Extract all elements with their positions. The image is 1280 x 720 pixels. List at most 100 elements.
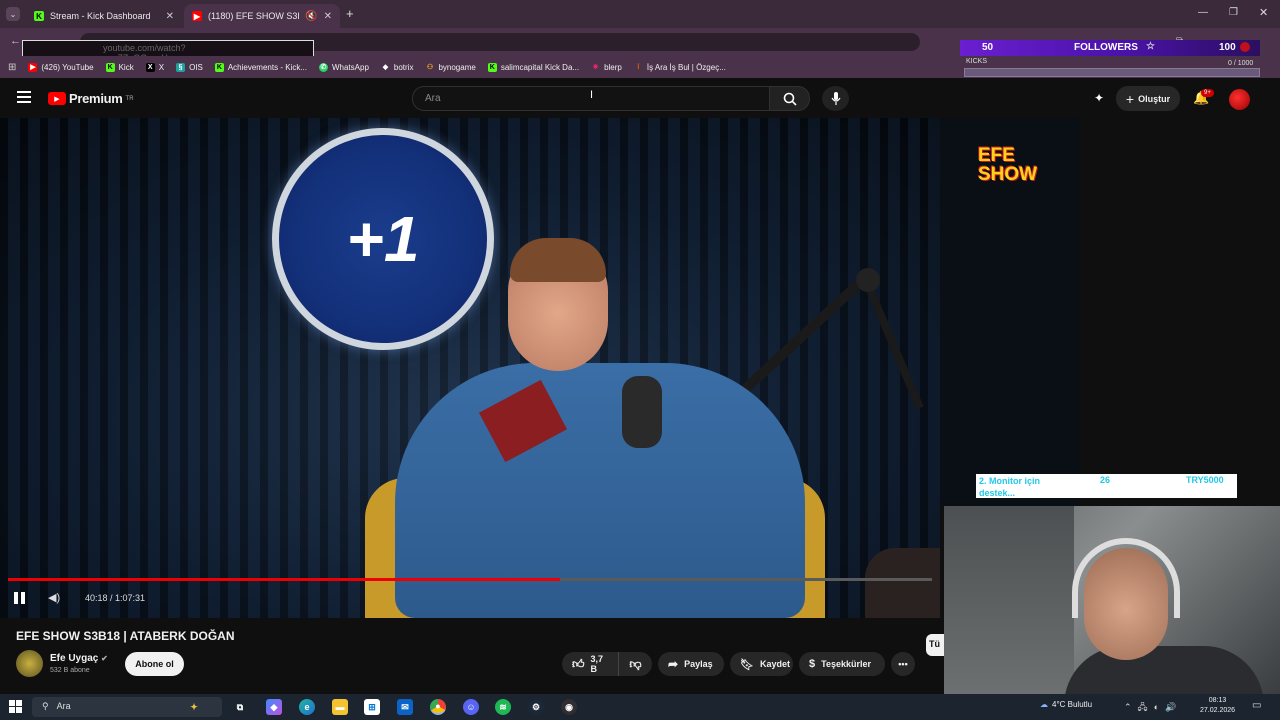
mute-icon[interactable]: 🔇 (305, 11, 317, 22)
search-icon (783, 92, 797, 106)
chrome-icon[interactable]: ● (430, 699, 446, 715)
plus-one-badge: +1 (272, 128, 494, 350)
donation-amount: TRY5000 (1186, 475, 1224, 485)
bookmark-is-ara[interactable]: ǐ İş Ara İş Bul | Özgeç... (634, 63, 725, 72)
kicks-progress-bar (964, 68, 1260, 77)
tab-kick-dashboard[interactable]: K Stream - Kick Dashboard ✕ (26, 4, 182, 28)
filter-chip[interactable]: Tü (926, 634, 944, 656)
followers-label: FOLLOWERS (1074, 42, 1138, 53)
followers-goal: 100 (1219, 42, 1236, 53)
host-hair (510, 238, 606, 282)
verified-icon: ✔ (101, 654, 108, 663)
steam-icon[interactable]: ⚙ (528, 699, 544, 715)
donation-goal-overlay: 2. Monitor için destek... 26 TRY5000 (976, 474, 1237, 498)
share-icon: ➦ (668, 657, 679, 671)
edge-icon[interactable]: e (299, 699, 315, 715)
notification-badge: 9+ (1201, 89, 1214, 97)
blerp-icon: ✸ (592, 64, 599, 71)
notification-center-icon[interactable]: ▭ (1252, 700, 1261, 711)
share-button[interactable]: ➦ Paylaş (658, 652, 724, 676)
avatar[interactable] (1229, 89, 1250, 110)
bookmark-blerp[interactable]: ✸ blerp (591, 63, 622, 72)
subscriber-count: 532 B abone (50, 667, 90, 674)
obs-icon[interactable]: ◉ (561, 699, 577, 715)
youtube-icon: ▶ (28, 62, 38, 72)
thanks-button[interactable]: $ Teşekkürler (799, 652, 885, 676)
side-table (865, 548, 940, 618)
save-button[interactable]: 🔖︎ Kaydet (730, 652, 793, 676)
tab-title: Stream - Kick Dashboard (50, 11, 151, 21)
secondary-column (1080, 118, 1280, 506)
webcam-overlay (944, 506, 1280, 694)
kick-icon: K (105, 62, 115, 72)
maximize-icon[interactable]: ❐ (1229, 7, 1238, 18)
more-actions-button[interactable]: ••• (891, 652, 915, 676)
system-tray[interactable]: ⌃🖧◐🔊 (1124, 700, 1182, 716)
discord-icon[interactable]: ☺ (463, 699, 479, 715)
dislike-button[interactable]: 👎︎ (618, 652, 652, 676)
subscribe-button[interactable]: Abone ol (125, 652, 184, 676)
tab-youtube-video[interactable]: ▶ (1180) EFE SHOW S3B18 | A 🔇 ✕ (184, 4, 340, 28)
video-player[interactable]: +1 ◀) 40:18 / 1:07:31 (0, 118, 940, 618)
windows-start-icon[interactable] (9, 700, 22, 713)
efe-show-logo: EFE SHOW (978, 145, 1038, 185)
copilot-icon[interactable]: ✦ (186, 699, 202, 715)
more-icon: ••• (898, 659, 908, 669)
isara-icon: ǐ (637, 63, 640, 71)
create-button[interactable]: + Oluştur (1116, 86, 1180, 111)
bookmark-x[interactable]: XX (145, 62, 164, 72)
channel-avatar[interactable] (16, 650, 43, 677)
webcam-wall (944, 506, 1074, 694)
kick-icon: K (214, 62, 224, 72)
headphones-icon (1072, 538, 1180, 618)
close-icon[interactable]: ✕ (166, 11, 174, 22)
bookmark-bynogame[interactable]: ⚇ bynogame (425, 63, 476, 72)
search-button[interactable] (770, 86, 810, 111)
clock[interactable]: 08:13 27.02.2026 (1200, 696, 1235, 716)
plus-icon: + (1125, 90, 1135, 107)
bookmark-botrix[interactable]: ◆ botrix (381, 63, 414, 72)
bookmark-ois[interactable]: § OIS (176, 62, 203, 72)
back-icon[interactable]: ← (10, 35, 21, 47)
file-explorer-icon[interactable]: ▬ (332, 699, 348, 715)
progress-bar[interactable] (8, 578, 932, 581)
volume-icon[interactable]: ◀) (48, 591, 60, 604)
youtube-play-icon: ▶ (48, 92, 66, 105)
bookmark-kick[interactable]: K Kick (105, 62, 134, 72)
new-tab-button[interactable]: + (346, 6, 354, 21)
task-view-icon[interactable]: ⧉ (232, 699, 248, 715)
followers-count: 50 (982, 42, 994, 53)
ois-icon: § (176, 62, 186, 72)
bookmark-salimcapital[interactable]: Ksalimcapital Kick Da... (487, 62, 579, 72)
pause-button[interactable] (14, 592, 26, 604)
store-icon[interactable]: ⊞ (364, 699, 380, 715)
channel-name[interactable]: Efe Uygaç ✔ (50, 653, 108, 664)
youtube-logo[interactable]: ▶ Premium TR (48, 91, 134, 106)
region-label: TR (125, 95, 134, 102)
kicks-goal-overlay: KICKS 0 / 1000 (964, 58, 1260, 78)
kick-icon: K (487, 62, 497, 72)
like-button[interactable]: 👍︎ 3,7 B (562, 652, 618, 676)
progress-fill (8, 578, 560, 581)
bookmark-icon: 🔖︎ (740, 658, 754, 671)
mail-icon[interactable]: ✉ (397, 699, 413, 715)
spotify-icon[interactable]: ≋ (495, 699, 511, 715)
profile-icon (1240, 42, 1250, 52)
close-icon[interactable]: ✕ (324, 11, 332, 22)
microphone (622, 376, 662, 448)
bookmark-whatsapp[interactable]: ✆ WhatsApp (318, 62, 369, 72)
thanks-icon: $ (809, 658, 816, 670)
minimize-icon[interactable]: — (1198, 7, 1208, 18)
voice-search-button[interactable] (822, 86, 849, 111)
gemini-icon[interactable]: ✦ (1094, 91, 1104, 105)
close-window-icon[interactable]: ✕ (1259, 6, 1268, 19)
bookmark-achievements[interactable]: K Achievements - Kick... (214, 62, 307, 72)
apps-icon[interactable]: ⊞ (8, 62, 16, 73)
menu-icon[interactable] (17, 91, 31, 103)
thumbs-down-icon: 👎︎ (629, 656, 642, 671)
tab-search-button[interactable]: ⌄ (6, 7, 20, 21)
weather-widget[interactable]: ☁ 4°C Bulutlu (1040, 700, 1092, 709)
bookmark-youtube[interactable]: ▶ (426) YouTube (28, 62, 94, 72)
premium-label: Premium (69, 91, 123, 106)
copilot-app-icon[interactable]: ◆ (266, 699, 282, 715)
